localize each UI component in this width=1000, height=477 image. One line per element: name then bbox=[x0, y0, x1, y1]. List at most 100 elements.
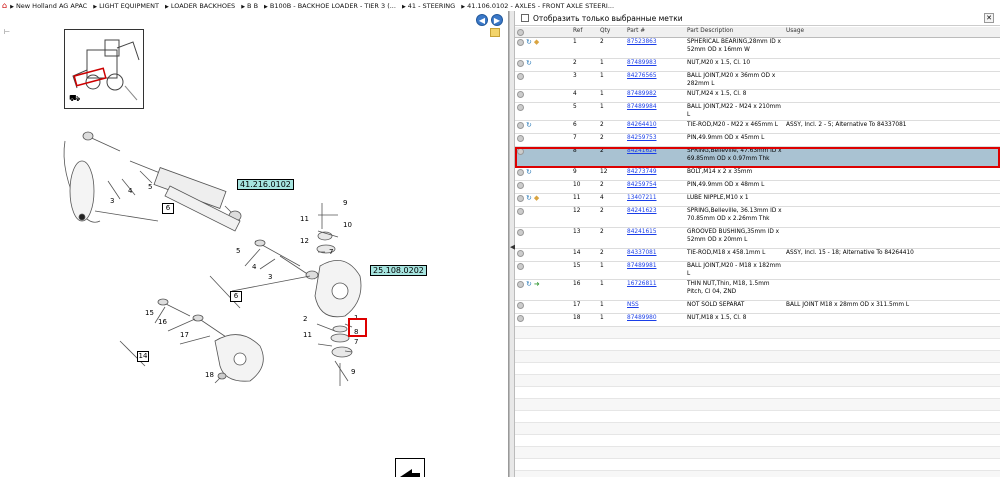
open-detail-button[interactable] bbox=[395, 458, 425, 477]
row-select-icon[interactable] bbox=[517, 263, 524, 270]
breadcrumb-item[interactable]: B100B - BACKHOE LOADER - TIER 3 (... bbox=[264, 2, 396, 10]
home-icon[interactable]: ⌂ bbox=[2, 1, 7, 10]
part-number-link[interactable]: 87489981 bbox=[625, 262, 685, 272]
row-select-icon[interactable] bbox=[517, 104, 524, 111]
part-number-link-text[interactable]: 84337081 bbox=[627, 250, 657, 256]
row-select-icon[interactable] bbox=[517, 91, 524, 98]
row-select-icon[interactable] bbox=[517, 195, 524, 203]
callout-4[interactable]: 4 bbox=[128, 187, 132, 195]
replacement-icon[interactable]: ↻ bbox=[526, 59, 532, 68]
close-icon[interactable]: ✕ bbox=[984, 13, 994, 23]
part-number-link-text[interactable]: 84273749 bbox=[627, 169, 657, 175]
kit-icon[interactable]: ◆ bbox=[534, 38, 539, 47]
replacement-icon[interactable]: ↻ bbox=[526, 280, 532, 289]
header-qty[interactable]: Qty bbox=[598, 27, 625, 37]
part-number-link-text[interactable]: 87489981 bbox=[627, 263, 657, 269]
header-part-description[interactable]: Part Description bbox=[685, 27, 784, 37]
replacement-icon[interactable]: ↻ bbox=[526, 38, 532, 47]
replacement-icon[interactable]: ↻ bbox=[526, 194, 532, 203]
table-row[interactable]: 17 1 NSS NOT SOLD SEPARAT BALL JOINT M18 x 2… bbox=[515, 301, 1000, 314]
part-number-link[interactable]: 84241624 bbox=[625, 147, 685, 157]
part-number-link[interactable]: 16726811 bbox=[625, 280, 685, 290]
part-number-link-text[interactable]: 84241615 bbox=[627, 229, 657, 235]
table-row[interactable]: 13 2 84241615 GROOVED BUSHING,35mm ID x 52m… bbox=[515, 228, 1000, 249]
part-number-link-text[interactable]: 87489982 bbox=[627, 91, 657, 97]
header-usage[interactable]: Usage bbox=[784, 27, 1000, 37]
header-select-icon[interactable] bbox=[515, 28, 571, 37]
callout-12[interactable]: 12 bbox=[300, 237, 309, 245]
row-select-icon[interactable] bbox=[517, 135, 524, 142]
row-select-icon[interactable] bbox=[517, 39, 524, 47]
callout-7-lower[interactable]: 7 bbox=[354, 338, 358, 346]
part-number-link-text[interactable]: 84259754 bbox=[627, 182, 657, 188]
part-number-link[interactable]: NSS bbox=[625, 301, 685, 311]
header-ref[interactable]: Ref bbox=[571, 27, 598, 37]
table-row[interactable]: 7 2 84259753 PIN,49.9mm OD x 45mm L bbox=[515, 134, 1000, 147]
part-number-link-text[interactable]: 84241623 bbox=[627, 208, 657, 214]
callout-7[interactable]: 7 bbox=[329, 248, 333, 256]
part-number-link-text[interactable]: 87489984 bbox=[627, 104, 657, 110]
callout-16[interactable]: 16 bbox=[158, 318, 167, 326]
callout-11-lower[interactable]: 11 bbox=[303, 331, 312, 339]
part-number-link-text[interactable]: 87489983 bbox=[627, 60, 657, 66]
show-selected-only-checkbox[interactable] bbox=[521, 14, 529, 22]
row-select-icon[interactable] bbox=[517, 281, 524, 289]
table-row[interactable]: 3 1 84276565 BALL JOINT,M20 x 36mm OD x 282… bbox=[515, 72, 1000, 90]
part-number-link-text[interactable]: 87489980 bbox=[627, 315, 657, 321]
part-number-link[interactable]: 84259754 bbox=[625, 181, 685, 191]
callout-17[interactable]: 17 bbox=[180, 331, 189, 339]
breadcrumb-item[interactable]: 41 - STEERING bbox=[402, 2, 455, 10]
callout-2[interactable]: 2 bbox=[303, 315, 307, 323]
callout-3[interactable]: 3 bbox=[110, 197, 114, 205]
part-number-link[interactable]: 84276565 bbox=[625, 72, 685, 82]
part-number-link[interactable]: 87489984 bbox=[625, 103, 685, 113]
callout-4-lower[interactable]: 4 bbox=[252, 263, 256, 271]
breadcrumb-item[interactable]: New Holland AG APAC bbox=[10, 2, 87, 10]
part-number-link-text[interactable]: 84264410 bbox=[627, 122, 657, 128]
table-row[interactable]: 18 1 87489980 NUT,M18 x 1.5, Cl. 8 bbox=[515, 314, 1000, 327]
callout-5[interactable]: 5 bbox=[148, 183, 152, 191]
callout-18[interactable]: 18 bbox=[205, 371, 214, 379]
part-number-link[interactable]: 13407211 bbox=[625, 194, 685, 204]
row-select-icon[interactable] bbox=[517, 208, 524, 215]
row-select-icon[interactable] bbox=[517, 229, 524, 236]
table-row[interactable]: 4 1 87489982 NUT,M24 x 1.5, Cl. 8 bbox=[515, 90, 1000, 103]
part-number-link-text[interactable]: 84259753 bbox=[627, 135, 657, 141]
table-row[interactable]: ↻ 9 12 84273749 BOLT,M14 x 2 x 35mm bbox=[515, 168, 1000, 181]
callout-9-lower[interactable]: 9 bbox=[351, 368, 355, 376]
reference-25-108-0202[interactable]: 25.108.0202 bbox=[370, 265, 427, 276]
callout-14[interactable]: 14 bbox=[137, 351, 149, 362]
breadcrumb-item[interactable]: 41.106.0102 - AXLES - FRONT AXLE STEERI.… bbox=[461, 2, 614, 10]
table-row[interactable]: ↻ ◆ 11 4 13407211 LUBE NIPPLE,M10 x 1 bbox=[515, 194, 1000, 207]
row-select-icon[interactable] bbox=[517, 73, 524, 80]
kit-icon[interactable]: ◆ bbox=[534, 194, 539, 203]
table-row[interactable]: ↻ 2 1 87489983 NUT,M20 x 1.5, Cl. 10 bbox=[515, 59, 1000, 72]
table-row[interactable]: 15 1 87489981 BALL JOINT,M20 - M18 x 182mm … bbox=[515, 262, 1000, 280]
row-select-icon[interactable] bbox=[517, 169, 524, 177]
callout-10[interactable]: 10 bbox=[343, 221, 352, 229]
replacement-icon[interactable]: ↻ bbox=[526, 121, 532, 130]
row-select-icon[interactable] bbox=[517, 148, 524, 155]
part-number-link-text[interactable]: NSS bbox=[627, 302, 639, 308]
part-number-link[interactable]: 84273749 bbox=[625, 168, 685, 178]
part-number-link[interactable]: 87489980 bbox=[625, 314, 685, 324]
row-select-icon[interactable] bbox=[517, 182, 524, 189]
part-number-link[interactable]: 84264410 bbox=[625, 121, 685, 131]
supersession-icon[interactable]: ➜ bbox=[534, 280, 540, 289]
replacement-icon[interactable]: ↻ bbox=[526, 168, 532, 177]
table-row[interactable]: 8 2 84241624 SPRING,Belleville, 47.63mm ID … bbox=[515, 147, 1000, 168]
callout-5-lower[interactable]: 5 bbox=[236, 247, 240, 255]
table-row[interactable]: ↻ 6 2 84264410 TIE-ROD,M20 - M22 x 465mm L AS… bbox=[515, 121, 1000, 134]
row-select-icon[interactable] bbox=[517, 60, 524, 68]
table-row[interactable]: 14 2 84337081 TIE-ROD,M18 x 458.1mm L ASSY, … bbox=[515, 249, 1000, 262]
part-number-link-text[interactable]: 84276565 bbox=[627, 73, 657, 79]
callout-9[interactable]: 9 bbox=[343, 199, 347, 207]
row-select-icon[interactable] bbox=[517, 122, 524, 130]
part-number-link-text[interactable]: 16726811 bbox=[627, 281, 657, 287]
callout-6-lower[interactable]: 6 bbox=[230, 291, 242, 302]
part-number-link[interactable]: 84241623 bbox=[625, 207, 685, 217]
part-number-link[interactable]: 87489983 bbox=[625, 59, 685, 69]
row-select-icon[interactable] bbox=[517, 315, 524, 322]
header-part-number[interactable]: Part # bbox=[625, 27, 685, 37]
table-row[interactable]: ↻ ◆ 1 2 87523863 SPHERICAL BEARING,28mm ID x … bbox=[515, 38, 1000, 59]
